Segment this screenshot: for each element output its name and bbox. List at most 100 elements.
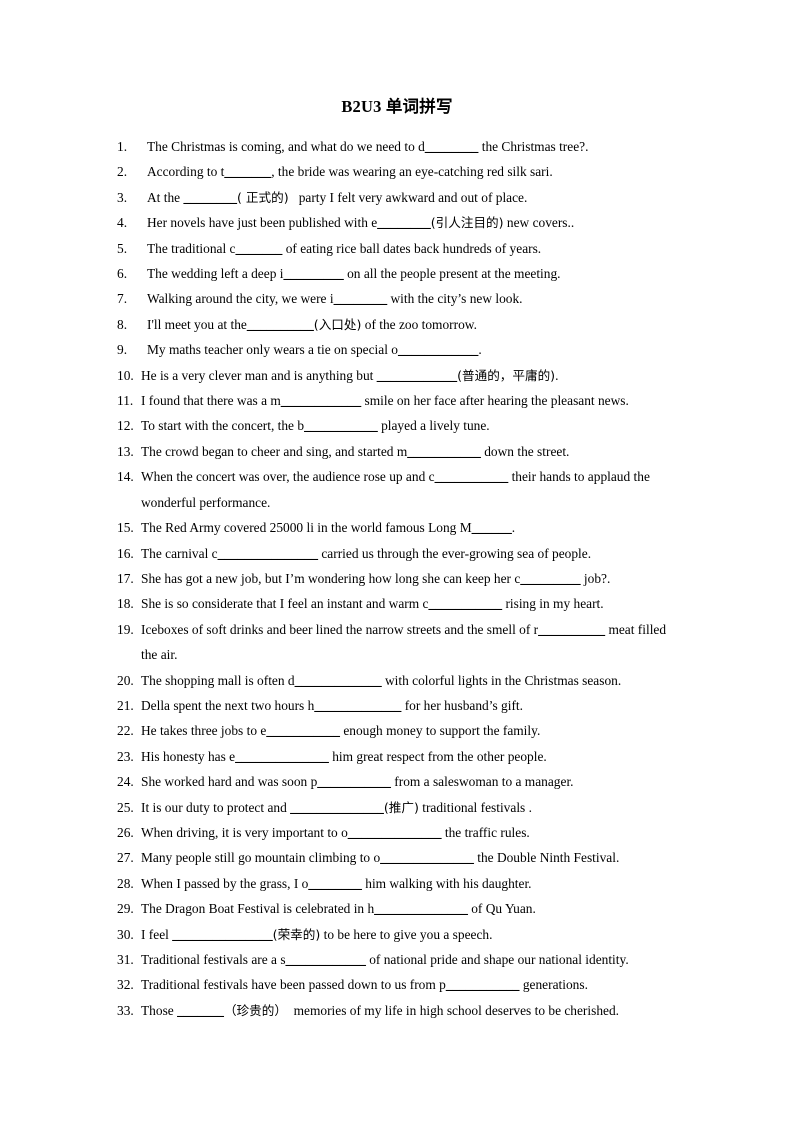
answer-blank[interactable]: _______ [236, 241, 283, 256]
sentence-text: him walking with his daughter. [361, 875, 532, 891]
exercise-item: 21. Della spent the next two hours h_____… [117, 693, 677, 718]
answer-blank[interactable]: _______ [224, 164, 271, 179]
document-page: B2U3 单词拼写 1. The Christmas is coming, and… [0, 0, 794, 1123]
sentence-text: The Red Army covered 25000 li in the wor… [141, 520, 472, 536]
answer-blank[interactable]: __________ [247, 317, 314, 332]
exercise-number: 21. [117, 697, 134, 713]
answer-blank[interactable]: ______ [472, 520, 512, 535]
exercise-item: 2. According to t_______, the bride was w… [117, 159, 677, 184]
exercise-item: 7. Walking around the city, we were i____… [117, 286, 677, 311]
answer-blank[interactable]: ______________ [348, 825, 442, 840]
exercise-number: 11. [117, 393, 134, 409]
answer-blank[interactable]: _______ [177, 1003, 224, 1018]
sentence-text: of the zoo tomorrow. [361, 316, 477, 332]
exercise-number: 4. [117, 215, 128, 231]
exercise-number: 13. [117, 443, 134, 459]
exercise-number: 5. [117, 240, 128, 256]
exercise-item: 4. Her novels have just been published wi… [117, 210, 677, 235]
sentence-text: He is a very clever man and is anything … [141, 367, 377, 383]
answer-blank[interactable]: ___________ [266, 723, 340, 738]
chinese-hint: (荣幸的) [272, 926, 321, 942]
page-title: B2U3 单词拼写 [341, 97, 453, 116]
answer-blank[interactable]: _____________ [295, 673, 382, 688]
chinese-hint: ( 正式的) [237, 189, 289, 205]
chinese-hint: (入口处) [313, 316, 362, 332]
answer-blank[interactable]: _____________ [314, 698, 401, 713]
exercise-number: 2. [117, 164, 128, 180]
sentence-text: on all the people present at the meeting… [343, 266, 561, 282]
sentence-text: The shopping mall is often d [141, 672, 295, 688]
answer-blank[interactable]: ___________ [446, 977, 520, 992]
exercise-number: 19. [117, 621, 134, 637]
sentence-text: Her novels have just been published with… [147, 215, 378, 231]
answer-blank[interactable]: ____________ [377, 368, 457, 383]
exercise-number: 28. [117, 875, 134, 891]
sentence-text: Della spent the next two hours h [141, 697, 315, 713]
sentence-text: I'll meet you at the [147, 316, 247, 332]
answer-blank[interactable]: ______________ [374, 901, 468, 916]
sentence-text: of national pride and shape our national… [365, 952, 629, 967]
exercise-item: 33. Those _______（珍贵的） memories of my lif… [117, 998, 677, 1023]
sentence-text: with the city’s new look. [387, 291, 523, 307]
sentence-text: He takes three jobs to e [141, 723, 267, 739]
sentence-text: The traditional c [147, 240, 236, 256]
sentence-text: To start with the concert, the b [141, 418, 305, 434]
answer-blank[interactable]: ___________ [435, 469, 509, 484]
answer-blank[interactable]: ________ [334, 291, 388, 306]
sentence-text: When the concert was over, the audience … [141, 469, 435, 485]
sentence-text: from a saleswoman to a manager. [390, 774, 574, 790]
answer-blank[interactable]: ____________ [286, 952, 366, 967]
sentence-text: generations. [519, 977, 588, 993]
sentence-text: She is so considerate that I feel an ins… [141, 596, 429, 612]
answer-blank[interactable]: _________ [283, 266, 343, 281]
exercise-item: 1. The Christmas is coming, and what do w… [117, 134, 677, 159]
sentence-text: the traffic rules. [441, 824, 530, 840]
exercise-item: 15. The Red Army covered 25000 li in the … [117, 515, 677, 540]
sentence-text: According to t [147, 164, 225, 180]
chinese-hint: (引人注目的) [430, 215, 504, 231]
answer-blank[interactable]: ____________ [398, 342, 478, 357]
answer-blank[interactable]: ______________ [290, 800, 384, 815]
answer-blank[interactable]: ___________ [317, 774, 391, 789]
exercise-item: 3. At the ________( 正式的) party I felt ver… [117, 185, 677, 210]
answer-blank[interactable]: __________ [538, 622, 605, 637]
exercise-number: 26. [117, 824, 134, 840]
sentence-text: The wedding left a deep i [147, 266, 284, 282]
answer-blank[interactable]: ___________ [407, 444, 481, 459]
answer-blank[interactable]: _______________ [172, 927, 272, 942]
exercise-number: 10. [117, 367, 134, 383]
exercise-item: 5. The traditional c_______ of eating ric… [117, 236, 677, 261]
answer-blank[interactable]: _________ [520, 571, 580, 586]
answer-blank[interactable]: ____________ [281, 393, 361, 408]
answer-blank[interactable]: ___________ [428, 596, 502, 611]
sentence-text: Those [141, 1002, 178, 1018]
exercise-number: 29. [117, 901, 134, 917]
sentence-text: She has got a new job, but I’m wondering… [141, 570, 521, 586]
answer-blank[interactable]: ________ [377, 215, 431, 230]
exercise-list: 1. The Christmas is coming, and what do w… [117, 134, 677, 1023]
exercise-number: 16. [117, 545, 134, 561]
sentence-text: The Christmas is coming, and what do we … [147, 139, 425, 154]
exercise-item: 10. He is a very clever man and is anythi… [117, 363, 677, 388]
exercise-number: 20. [117, 672, 134, 688]
exercise-item: 30. I feel _______________(荣幸的) to be her… [117, 922, 677, 947]
exercise-number: 18. [117, 596, 134, 612]
answer-blank[interactable]: ______________ [380, 850, 474, 865]
answer-blank[interactable]: ________ [183, 190, 237, 205]
exercise-item: 27. Many people still go mountain climbin… [117, 845, 677, 870]
sentence-text: down the street. [480, 443, 570, 459]
sentence-text: When I passed by the grass, I o [141, 875, 309, 891]
answer-blank[interactable]: ______________ [235, 749, 329, 764]
answer-blank[interactable]: ___________ [304, 418, 378, 433]
exercise-number: 1. [117, 139, 128, 154]
answer-blank[interactable]: _______________ [218, 546, 318, 561]
answer-blank[interactable]: ________ [308, 876, 362, 891]
sentence-text: I found that there was a m [141, 393, 281, 409]
sentence-text: The crowd began to cheer and sing, and s… [141, 443, 408, 459]
exercise-item: 14. When the concert was over, the audien… [117, 464, 677, 515]
sentence-text: the Double Ninth Festival. [473, 850, 620, 866]
answer-blank[interactable]: ________ [425, 139, 479, 154]
exercise-number: 7. [117, 291, 128, 307]
